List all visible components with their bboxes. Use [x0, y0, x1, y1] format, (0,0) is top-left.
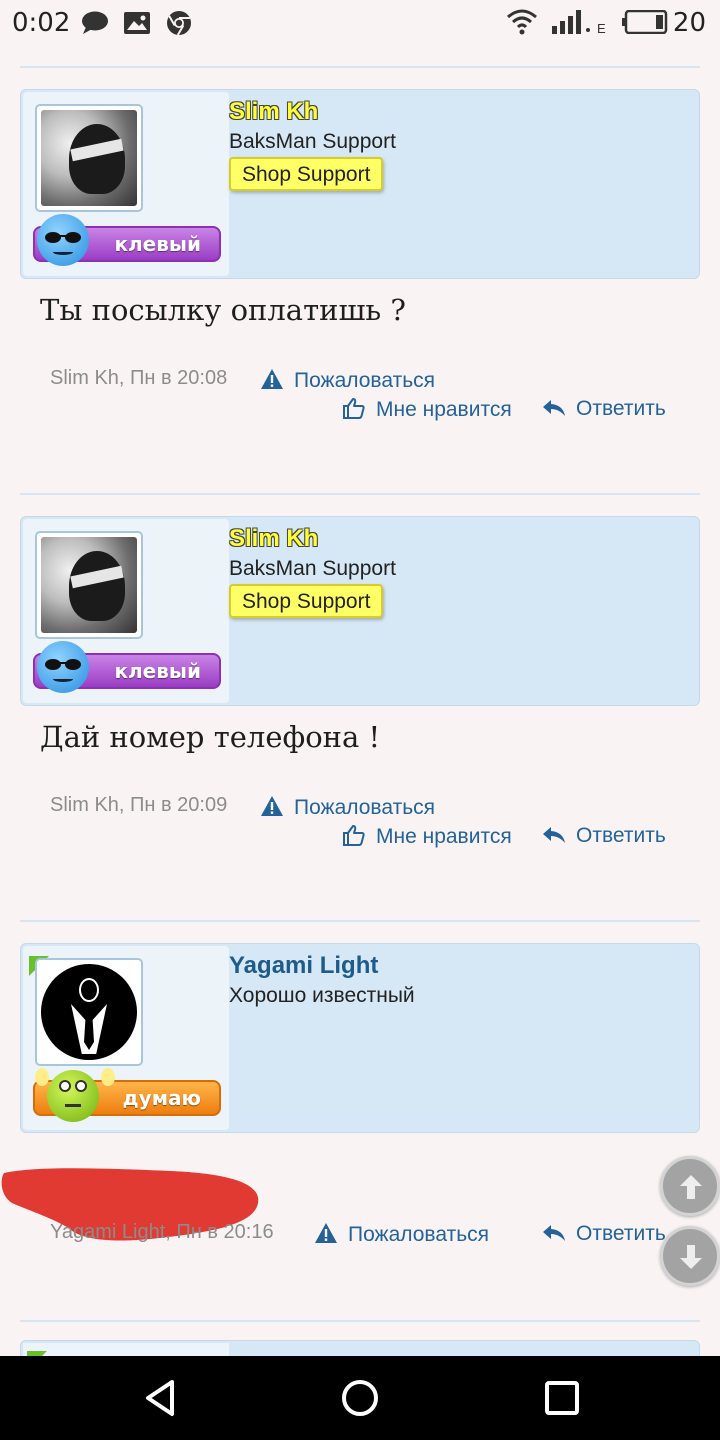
network-type-label: E	[597, 21, 606, 36]
post-meta[interactable]: Yagami Light, Пн в 20:16	[50, 1221, 274, 1244]
user-info-card: клевый Slim Kh BaksMan Support Shop Supp…	[20, 516, 700, 706]
lightbulb-icon	[35, 1068, 49, 1086]
like-label: Мне нравится	[376, 398, 512, 421]
wifi-icon	[507, 9, 537, 35]
report-link[interactable]: Пожаловаться	[260, 795, 435, 820]
thumbs-up-icon	[343, 398, 365, 419]
user-avatar-panel: клевый	[23, 92, 229, 276]
cool-smiley-icon	[37, 214, 89, 266]
avatar-image	[41, 537, 137, 633]
reply-label: Ответить	[576, 397, 666, 420]
report-link[interactable]: Пожаловаться	[314, 1222, 489, 1247]
nav-recents-icon[interactable]	[542, 1378, 582, 1418]
report-label: Пожаловаться	[294, 796, 436, 819]
post-divider	[20, 493, 700, 495]
avatar[interactable]	[35, 958, 143, 1066]
like-label: Мне нравится	[376, 825, 512, 848]
arrow-up-icon	[680, 1175, 702, 1199]
image-icon	[124, 12, 150, 34]
user-avatar-panel: клевый	[23, 519, 229, 703]
like-link[interactable]: Мне нравится	[342, 824, 512, 849]
status-badge-label: клевый	[114, 659, 201, 683]
thinking-smiley-icon	[47, 1070, 99, 1122]
status-time: 0:02	[12, 8, 71, 38]
user-title: Хорошо известный	[229, 984, 415, 1007]
nav-back-icon[interactable]	[140, 1378, 180, 1418]
post-divider	[20, 920, 700, 922]
post-divider	[20, 1320, 700, 1322]
user-banner: Shop Support	[229, 157, 384, 191]
user-title: BaksMan Support	[229, 130, 396, 153]
warning-icon	[261, 369, 283, 389]
scroll-down-button[interactable]	[660, 1226, 720, 1286]
warning-icon	[261, 796, 283, 816]
status-bar: 0:02 E 20	[0, 0, 720, 46]
post-message: Ты посылку оплатишь ?	[40, 293, 406, 327]
thread-content[interactable]: клевый Slim Kh BaksMan Support Shop Supp…	[0, 46, 720, 1356]
username-link[interactable]: Slim Kh	[229, 525, 318, 553]
user-avatar-panel: думаю	[23, 946, 229, 1130]
lightbulb-icon	[101, 1068, 115, 1086]
username-link[interactable]: Yagami Light	[229, 952, 378, 980]
reply-icon	[543, 827, 565, 843]
report-label: Пожаловаться	[348, 1223, 490, 1246]
cool-smiley-icon	[37, 641, 89, 693]
post: думаю Yagami Light Хорошо известный Yaga…	[1, 943, 700, 1323]
post-meta[interactable]: Slim Kh, Пн в 20:09	[50, 794, 227, 817]
username-link[interactable]: Slim Kh	[229, 98, 318, 126]
reply-label: Ответить	[576, 824, 666, 847]
warning-icon	[315, 1223, 337, 1243]
arrow-down-icon	[680, 1245, 702, 1269]
signal-icon	[552, 10, 590, 34]
post-message: Дай номер телефона !	[40, 720, 381, 754]
report-link[interactable]: Пожаловаться	[260, 368, 435, 393]
message-icon	[82, 11, 108, 34]
next-post-card	[20, 1340, 700, 1356]
battery-icon	[622, 10, 668, 34]
reply-link[interactable]: Ответить	[542, 397, 666, 421]
post-divider	[20, 66, 700, 68]
reply-icon	[543, 400, 565, 416]
nav-home-icon[interactable]	[340, 1378, 380, 1418]
avatar[interactable]	[35, 531, 143, 639]
user-info-card: думаю Yagami Light Хорошо известный	[20, 943, 700, 1133]
thumbs-up-icon	[343, 825, 365, 846]
avatar[interactable]	[35, 104, 143, 212]
post: клевый Slim Kh BaksMan Support Shop Supp…	[20, 89, 700, 489]
reply-link[interactable]: Ответить	[542, 824, 666, 848]
user-info-card: клевый Slim Kh BaksMan Support Shop Supp…	[20, 89, 700, 279]
like-link[interactable]: Мне нравится	[342, 397, 512, 422]
reply-link[interactable]: Ответить	[542, 1222, 666, 1246]
status-badge-label: думаю	[122, 1086, 201, 1110]
post: клевый Slim Kh BaksMan Support Shop Supp…	[20, 516, 700, 916]
navigation-bar	[0, 1356, 720, 1440]
scroll-up-button[interactable]	[660, 1156, 720, 1216]
report-label: Пожаловаться	[294, 369, 436, 392]
reply-icon	[543, 1225, 565, 1241]
status-badge-label: клевый	[114, 232, 201, 256]
user-title: BaksMan Support	[229, 557, 396, 580]
battery-percent: 20	[672, 8, 706, 38]
avatar-image	[41, 964, 137, 1060]
user-banner: Shop Support	[229, 584, 384, 618]
reply-label: Ответить	[576, 1222, 666, 1245]
post-meta[interactable]: Slim Kh, Пн в 20:08	[50, 367, 227, 390]
chrome-icon	[167, 11, 191, 36]
avatar-image	[41, 110, 137, 206]
